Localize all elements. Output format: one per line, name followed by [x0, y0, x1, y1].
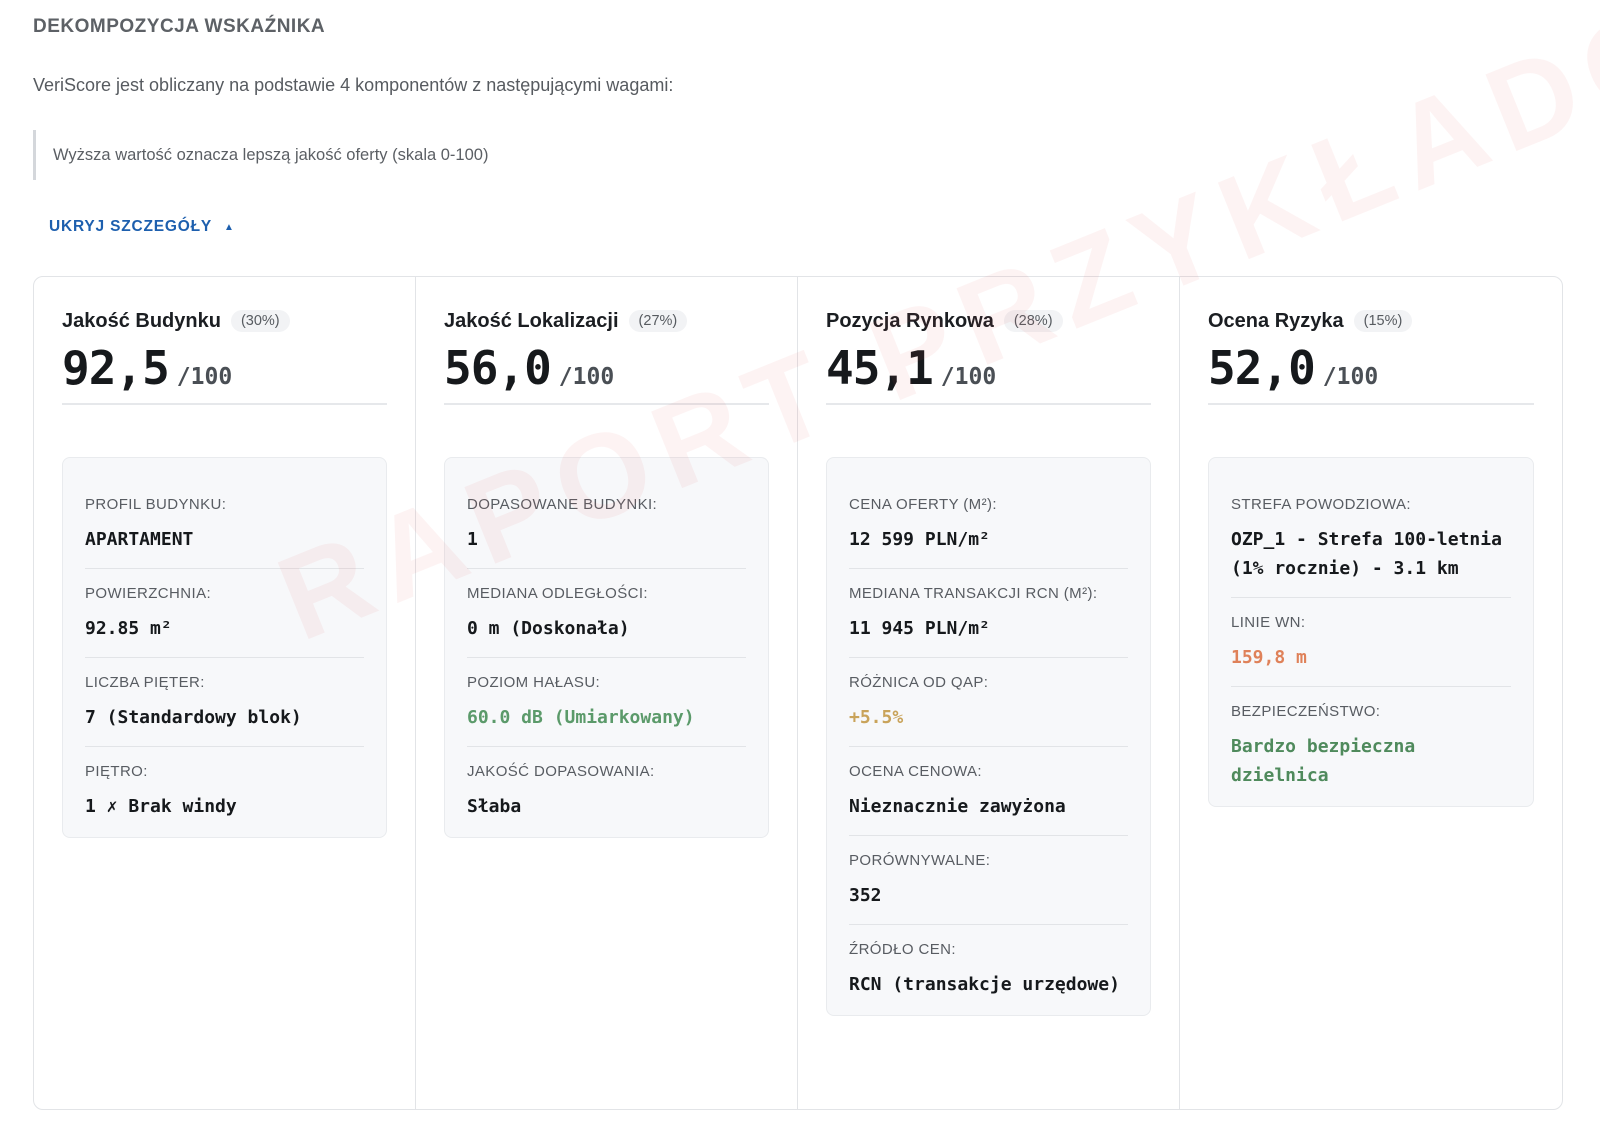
- component-score: 45,1 /100: [826, 337, 1151, 405]
- score-max: /100: [176, 364, 233, 390]
- detail-value: APARTAMENT: [85, 529, 194, 550]
- score-value: 56,0: [444, 341, 552, 395]
- detail-item: STREFA POWODZIOWA: OZP_1 - Strefa 100-le…: [1231, 480, 1511, 598]
- component-weight-badge: (30%): [230, 310, 290, 332]
- detail-item: BEZPIECZEŃSTWO: Bardzo bezpieczna dzieln…: [1231, 687, 1511, 804]
- detail-label: LICZBA PIĘTER:: [85, 674, 205, 691]
- detail-value: 12 599 PLN/m²: [849, 529, 990, 550]
- component-building-quality: Jakość Budynku (30%) 92,5 /100 PROFIL BU…: [34, 277, 416, 1109]
- detail-label: RÓŻNICA OD QAP:: [849, 674, 989, 691]
- detail-value: Nieznacznie zawyżona: [849, 796, 1066, 817]
- component-score: 56,0 /100: [444, 337, 769, 405]
- detail-item: CENA OFERTY (M²): 12 599 PLN/m²: [849, 480, 1128, 569]
- detail-item: MEDIANA TRANSAKCJI RCN (M²): 11 945 PLN/…: [849, 569, 1128, 658]
- component-market-position: Pozycja Rynkowa (28%) 45,1 /100 CENA OFE…: [798, 277, 1180, 1109]
- detail-value: Bardzo bezpieczna dzielnica: [1231, 736, 1416, 786]
- detail-value: RCN (transakcje urzędowe): [849, 974, 1120, 995]
- details-card: STREFA POWODZIOWA: OZP_1 - Strefa 100-le…: [1208, 457, 1534, 807]
- details-card: CENA OFERTY (M²): 12 599 PLN/m² MEDIANA …: [826, 457, 1151, 1016]
- component-location-quality: Jakość Lokalizacji (27%) 56,0 /100 DOPAS…: [416, 277, 798, 1109]
- detail-item: LICZBA PIĘTER: 7 (Standardowy blok): [85, 658, 364, 747]
- detail-value: 1: [467, 529, 478, 550]
- detail-label: JAKOŚĆ DOPASOWANIA:: [467, 763, 655, 780]
- detail-label: POZIOM HAŁASU:: [467, 674, 601, 691]
- component-weight-badge: (27%): [628, 310, 688, 332]
- detail-value: 7 (Standardowy blok): [85, 707, 302, 728]
- detail-label: ŹRÓDŁO CEN:: [849, 941, 956, 958]
- component-name: Jakość Budynku: [62, 309, 221, 332]
- detail-label: MEDIANA ODLEGŁOŚCI:: [467, 585, 648, 602]
- detail-label: BEZPIECZEŃSTWO:: [1231, 703, 1381, 720]
- detail-item: POZIOM HAŁASU: 60.0 dB (Umiarkowany): [467, 658, 746, 747]
- detail-item: MEDIANA ODLEGŁOŚCI: 0 m (Doskonała): [467, 569, 746, 658]
- detail-item: POWIERZCHNIA: 92.85 m²: [85, 569, 364, 658]
- detail-value: 352: [849, 885, 882, 906]
- detail-item: OCENA CENOWA: Nieznacznie zawyżona: [849, 747, 1128, 836]
- scale-note: Wyższa wartość oznacza lepszą jakość ofe…: [33, 130, 733, 180]
- detail-label: POWIERZCHNIA:: [85, 585, 212, 602]
- score-max: /100: [940, 364, 997, 390]
- component-score: 52,0 /100: [1208, 337, 1534, 405]
- detail-value: 92.85 m²: [85, 618, 172, 639]
- detail-value: 159,8 m: [1231, 647, 1307, 668]
- details-card: DOPASOWANE BUDYNKI: 1 MEDIANA ODLEGŁOŚCI…: [444, 457, 769, 838]
- detail-value: +5.5%: [849, 707, 904, 728]
- detail-item: LINIE WN: 159,8 m: [1231, 598, 1511, 687]
- component-name: Jakość Lokalizacji: [444, 309, 619, 332]
- hide-details-toggle[interactable]: UKRYJ SZCZEGÓŁY ▲: [49, 218, 235, 236]
- detail-value: OZP_1 - Strefa 100-letnia (1% rocznie) -…: [1231, 529, 1502, 579]
- details-card: PROFIL BUDYNKU: APARTAMENT POWIERZCHNIA:…: [62, 457, 387, 838]
- component-score: 92,5 /100: [62, 337, 387, 405]
- components-grid: Jakość Budynku (30%) 92,5 /100 PROFIL BU…: [33, 276, 1563, 1110]
- score-max: /100: [1322, 364, 1379, 390]
- detail-value: 60.0 dB (Umiarkowany): [467, 707, 695, 728]
- score-value: 92,5: [62, 341, 170, 395]
- detail-item: ŹRÓDŁO CEN: RCN (transakcje urzędowe): [849, 925, 1128, 1013]
- component-name: Ocena Ryzyka: [1208, 309, 1344, 332]
- detail-value: Słaba: [467, 796, 522, 817]
- detail-label: PIĘTRO:: [85, 763, 148, 780]
- detail-item: PROFIL BUDYNKU: APARTAMENT: [85, 480, 364, 569]
- component-risk-assessment: Ocena Ryzyka (15%) 52,0 /100 STREFA POWO…: [1180, 277, 1562, 1109]
- score-value: 45,1: [826, 341, 934, 395]
- detail-value: 1 ✗ Brak windy: [85, 796, 237, 817]
- detail-label: MEDIANA TRANSAKCJI RCN (M²):: [849, 585, 1098, 602]
- score-value: 52,0: [1208, 341, 1316, 395]
- toggle-label: UKRYJ SZCZEGÓŁY: [49, 218, 212, 235]
- detail-item: PIĘTRO: 1 ✗ Brak windy: [85, 747, 364, 835]
- section-title: DEKOMPOZYCJA WSKAŹNIKA: [33, 16, 326, 37]
- component-name: Pozycja Rynkowa: [826, 309, 994, 332]
- component-weight-badge: (28%): [1003, 310, 1063, 332]
- detail-value: 11 945 PLN/m²: [849, 618, 990, 639]
- detail-item: PORÓWNYWALNE: 352: [849, 836, 1128, 925]
- detail-label: DOPASOWANE BUDYNKI:: [467, 496, 658, 513]
- component-weight-badge: (15%): [1353, 310, 1413, 332]
- detail-label: PROFIL BUDYNKU:: [85, 496, 227, 513]
- detail-label: CENA OFERTY (M²):: [849, 496, 997, 513]
- detail-item: DOPASOWANE BUDYNKI: 1: [467, 480, 746, 569]
- detail-label: STREFA POWODZIOWA:: [1231, 496, 1411, 513]
- detail-label: PORÓWNYWALNE:: [849, 852, 991, 869]
- detail-label: LINIE WN:: [1231, 614, 1306, 631]
- detail-label: OCENA CENOWA:: [849, 763, 982, 780]
- score-max: /100: [558, 364, 615, 390]
- detail-value: 0 m (Doskonała): [467, 618, 630, 639]
- detail-item: RÓŻNICA OD QAP: +5.5%: [849, 658, 1128, 747]
- detail-item: JAKOŚĆ DOPASOWANIA: Słaba: [467, 747, 746, 835]
- chevron-up-icon: ▲: [224, 221, 235, 233]
- intro-text: VeriScore jest obliczany na podstawie 4 …: [33, 75, 674, 95]
